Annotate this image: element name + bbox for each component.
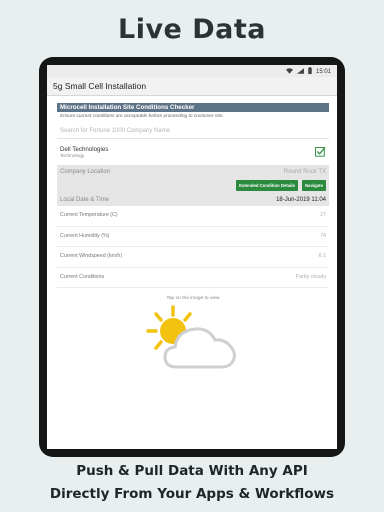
windspeed-value: 6.1 bbox=[318, 253, 326, 259]
temperature-label: Current Temperature (C) bbox=[60, 212, 118, 218]
conditions-row: Current Conditions Partly cloudy bbox=[57, 268, 329, 288]
checkbox-checked-icon[interactable] bbox=[315, 144, 326, 162]
conditions-value: Partly cloudy bbox=[295, 273, 326, 280]
datetime-value: 18-Jun-2019 11:04 bbox=[276, 197, 326, 203]
instructions-text: Ensure current conditions are acceptable… bbox=[60, 114, 224, 119]
status-time: 15:01 bbox=[315, 68, 331, 75]
company-industry: Technology bbox=[60, 154, 85, 159]
signal-icon bbox=[296, 67, 304, 76]
section-title: Microcell Installation Site Conditions C… bbox=[57, 103, 329, 112]
location-label: Company Location bbox=[60, 169, 111, 175]
caption-line-1: Push & Pull Data With Any API bbox=[76, 463, 308, 479]
company-list-item[interactable]: Dell Technologies Technology bbox=[57, 139, 329, 165]
windspeed-row: Current Windspeed (km/h) 6.1 bbox=[57, 247, 329, 268]
windspeed-label: Current Windspeed (km/h) bbox=[60, 253, 123, 259]
status-bar: 15:01 bbox=[47, 65, 337, 77]
humidity-value: 74 bbox=[320, 232, 326, 239]
humidity-label: Current Humidity (%) bbox=[60, 232, 110, 239]
headline: Live Data bbox=[117, 14, 267, 45]
location-row: Company Location Round Rock TX bbox=[57, 165, 329, 179]
navigate-button[interactable]: Navigate bbox=[302, 180, 326, 191]
conditions-label: Current Conditions bbox=[60, 273, 105, 280]
location-value: Round Rock TX bbox=[283, 169, 326, 175]
datetime-label: Local Date & Time bbox=[60, 197, 110, 203]
humidity-row: Current Humidity (%) 74 bbox=[57, 227, 329, 247]
temperature-value: 27 bbox=[320, 212, 326, 218]
action-buttons: Extended Condition Details Navigate bbox=[57, 179, 329, 193]
partly-cloudy-icon[interactable] bbox=[145, 305, 241, 380]
app-screen: 15:01 5g Small Cell Installation Microce… bbox=[47, 65, 337, 449]
temperature-row: Current Temperature (C) 27 bbox=[57, 206, 329, 227]
company-name: Dell Technologies bbox=[60, 146, 109, 153]
datetime-row: Local Date & Time 18-Jun-2019 11:04 bbox=[57, 193, 329, 206]
tap-hint: Tap on the image to view bbox=[166, 296, 220, 301]
company-search-input[interactable]: Search for Fortune 1000 Company Name bbox=[57, 128, 329, 138]
location-block: Company Location Round Rock TX Extended … bbox=[57, 165, 329, 206]
tablet-frame: 15:01 5g Small Cell Installation Microce… bbox=[39, 57, 345, 457]
wifi-icon bbox=[285, 67, 293, 76]
app-title: 5g Small Cell Installation bbox=[47, 77, 337, 96]
extended-details-button[interactable]: Extended Condition Details bbox=[236, 180, 298, 191]
battery-icon bbox=[308, 67, 312, 76]
form-content: Microcell Installation Site Conditions C… bbox=[57, 103, 329, 301]
caption-line-2: Directly From Your Apps & Workflows bbox=[49, 486, 335, 502]
